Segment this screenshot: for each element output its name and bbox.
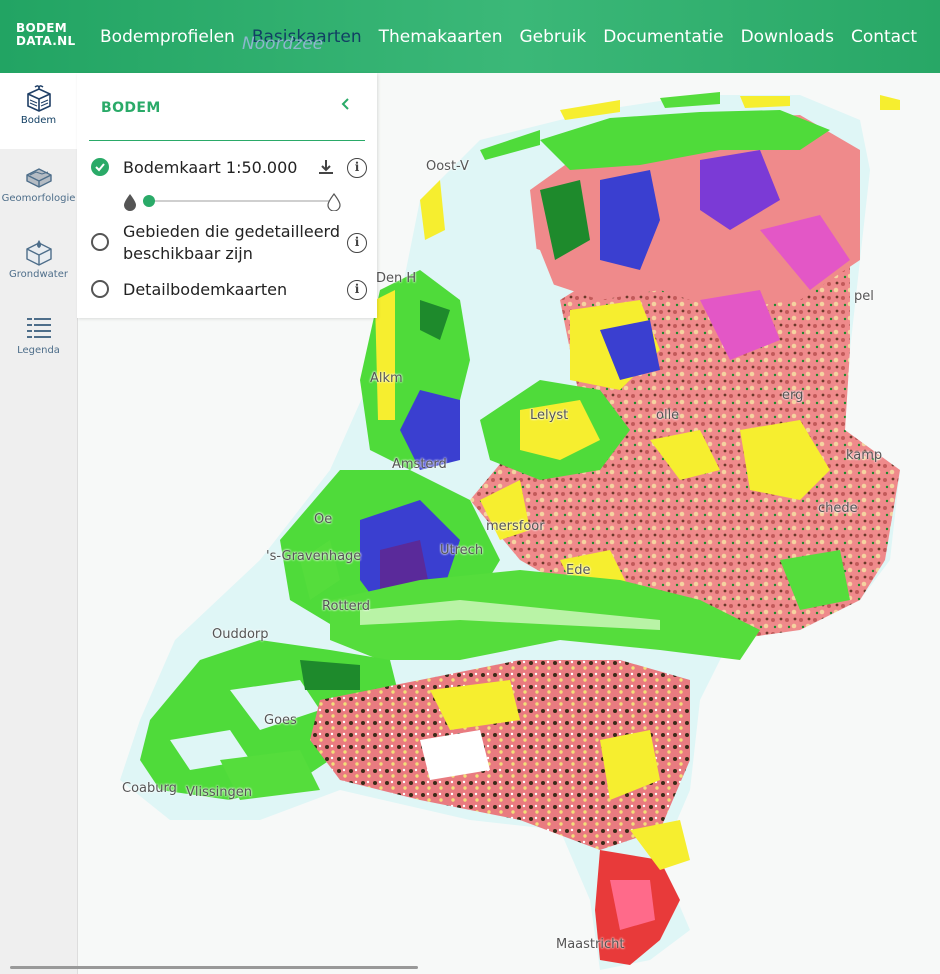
site-logo[interactable]: BODEM DATA.NL (16, 22, 78, 48)
place-label: Den H (376, 271, 417, 286)
drop-outline-icon (327, 193, 341, 211)
side-rail: Bodem Geomorfologie Grondwater Legenda (0, 73, 78, 974)
sea-label: Noordzee (242, 34, 324, 54)
place-label: mersfoor (486, 519, 545, 534)
legend-list-icon (26, 318, 51, 338)
info-icon[interactable]: i (347, 158, 367, 178)
nav-contact[interactable]: Contact (843, 27, 925, 47)
place-label: erg (782, 388, 804, 403)
layer-label-line-2: beschikbaar zijn (123, 244, 253, 263)
collapse-panel-button[interactable] (336, 95, 356, 117)
layer-panel: BODEM Bodemkaart 1:50.000 i Gebieden die… (77, 73, 377, 318)
panel-title: BODEM (101, 100, 161, 116)
rail-label: Bodem (20, 115, 57, 126)
logo-line-2: DATA.NL (16, 34, 76, 48)
place-label: Ouddorp (212, 627, 269, 642)
rail-item-geomorfologie[interactable]: Geomorfologie (0, 151, 77, 227)
place-label: Goes (264, 713, 297, 728)
place-label: Coaburg (122, 781, 177, 796)
place-label: kamp (846, 448, 883, 463)
layer-radio-selected[interactable] (91, 158, 109, 176)
place-label: Rotterd (322, 599, 370, 614)
layer-row-gebieden: Gebieden die gedetailleerd beschikbaar z… (91, 221, 371, 265)
main-menu: Bodemprofielen Basiskaarten Themakaarten… (92, 0, 926, 73)
rail-item-grondwater[interactable]: Grondwater (0, 227, 77, 303)
info-icon[interactable]: i (347, 280, 367, 300)
rail-label: Grondwater (9, 269, 68, 280)
place-label: Ede (566, 563, 591, 578)
place-label: Lelyst (530, 408, 569, 423)
nav-bodemprofielen[interactable]: Bodemprofielen (92, 27, 243, 47)
opacity-slider-thumb[interactable] (143, 195, 155, 207)
place-label: Alkm (370, 371, 403, 386)
place-label: olle (656, 408, 680, 423)
layer-radio[interactable] (91, 233, 109, 251)
layer-label: Bodemkaart 1:50.000 (123, 158, 298, 177)
panel-divider (89, 140, 365, 141)
terrain-block-icon (25, 168, 52, 188)
place-label: pel (854, 289, 874, 304)
place-label: Amsterd (392, 457, 447, 472)
place-label: Maastricht (556, 937, 625, 952)
check-icon (95, 163, 105, 172)
download-icon[interactable] (317, 158, 335, 176)
nav-themakaarten[interactable]: Themakaarten (371, 27, 511, 47)
layer-label: Detailbodemkaarten (123, 280, 288, 299)
rail-item-bodem[interactable]: Bodem (0, 73, 77, 149)
groundwater-cube-icon (25, 240, 52, 266)
nav-gebruik[interactable]: Gebruik (511, 27, 594, 47)
soil-package-icon (26, 85, 51, 112)
place-label: Utrech (440, 543, 484, 558)
rail-item-legenda[interactable]: Legenda (0, 303, 77, 379)
rail-label: Geomorfologie (1, 193, 76, 204)
place-label: Vlissingen (186, 785, 253, 800)
rail-label: Legenda (17, 345, 60, 356)
horizontal-scrollbar[interactable] (10, 966, 418, 969)
opacity-slider-track[interactable] (149, 200, 329, 202)
place-label: chede (818, 501, 858, 516)
drop-filled-icon (124, 194, 136, 211)
place-label: 's-Gravenhage (266, 549, 362, 564)
nav-downloads[interactable]: Downloads (733, 27, 842, 47)
place-label: Oost-V (426, 159, 469, 174)
nav-documentatie[interactable]: Documentatie (595, 27, 731, 47)
layer-label-line-1: Gebieden die gedetailleerd (123, 222, 340, 241)
chevron-left-icon (341, 98, 349, 110)
place-label: Oe (314, 512, 333, 527)
top-navigation: BODEM DATA.NL Bodemprofielen Basiskaarte… (0, 0, 940, 73)
info-icon[interactable]: i (347, 233, 367, 253)
layer-row-detailbodemkaarten: Detailbodemkaarten i (91, 279, 371, 303)
layer-radio[interactable] (91, 280, 109, 298)
layer-row-bodemkaart: Bodemkaart 1:50.000 i (91, 157, 371, 181)
